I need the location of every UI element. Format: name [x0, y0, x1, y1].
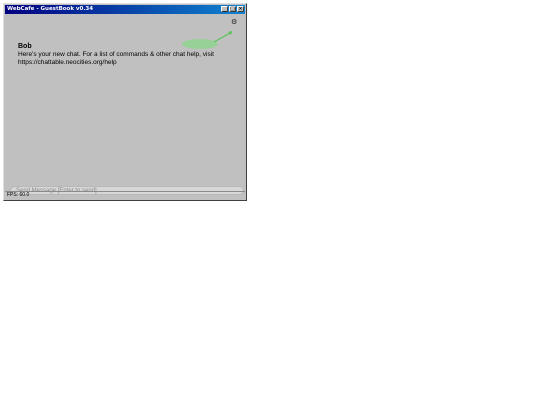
- minimize-button[interactable]: _: [221, 6, 228, 12]
- window-title: WebCafe - GuestBook v0.34: [7, 6, 94, 12]
- guestbook-window: WebCafe - GuestBook v0.34 _ □ × ⚙ Bob He…: [3, 3, 247, 201]
- message-username: Bob: [18, 43, 32, 50]
- fps-counter: FPS: 60.0: [7, 192, 30, 198]
- title-bar[interactable]: WebCafe - GuestBook v0.34 _ □ ×: [5, 5, 245, 14]
- chat-area: ⚙ Bob Here's your new chat. For a list o…: [6, 15, 244, 195]
- maximize-button[interactable]: □: [229, 6, 236, 12]
- close-button[interactable]: ×: [237, 6, 244, 12]
- status-bar: FPS: 60.0: [5, 191, 245, 199]
- pointer-arrow-line: [213, 31, 233, 43]
- message-text: Here's your new chat. For a list of comm…: [18, 51, 214, 66]
- window-controls: _ □ ×: [220, 6, 244, 12]
- chat-message: Bob Here's your new chat. For a list of …: [18, 43, 240, 67]
- gear-icon[interactable]: ⚙: [231, 19, 237, 26]
